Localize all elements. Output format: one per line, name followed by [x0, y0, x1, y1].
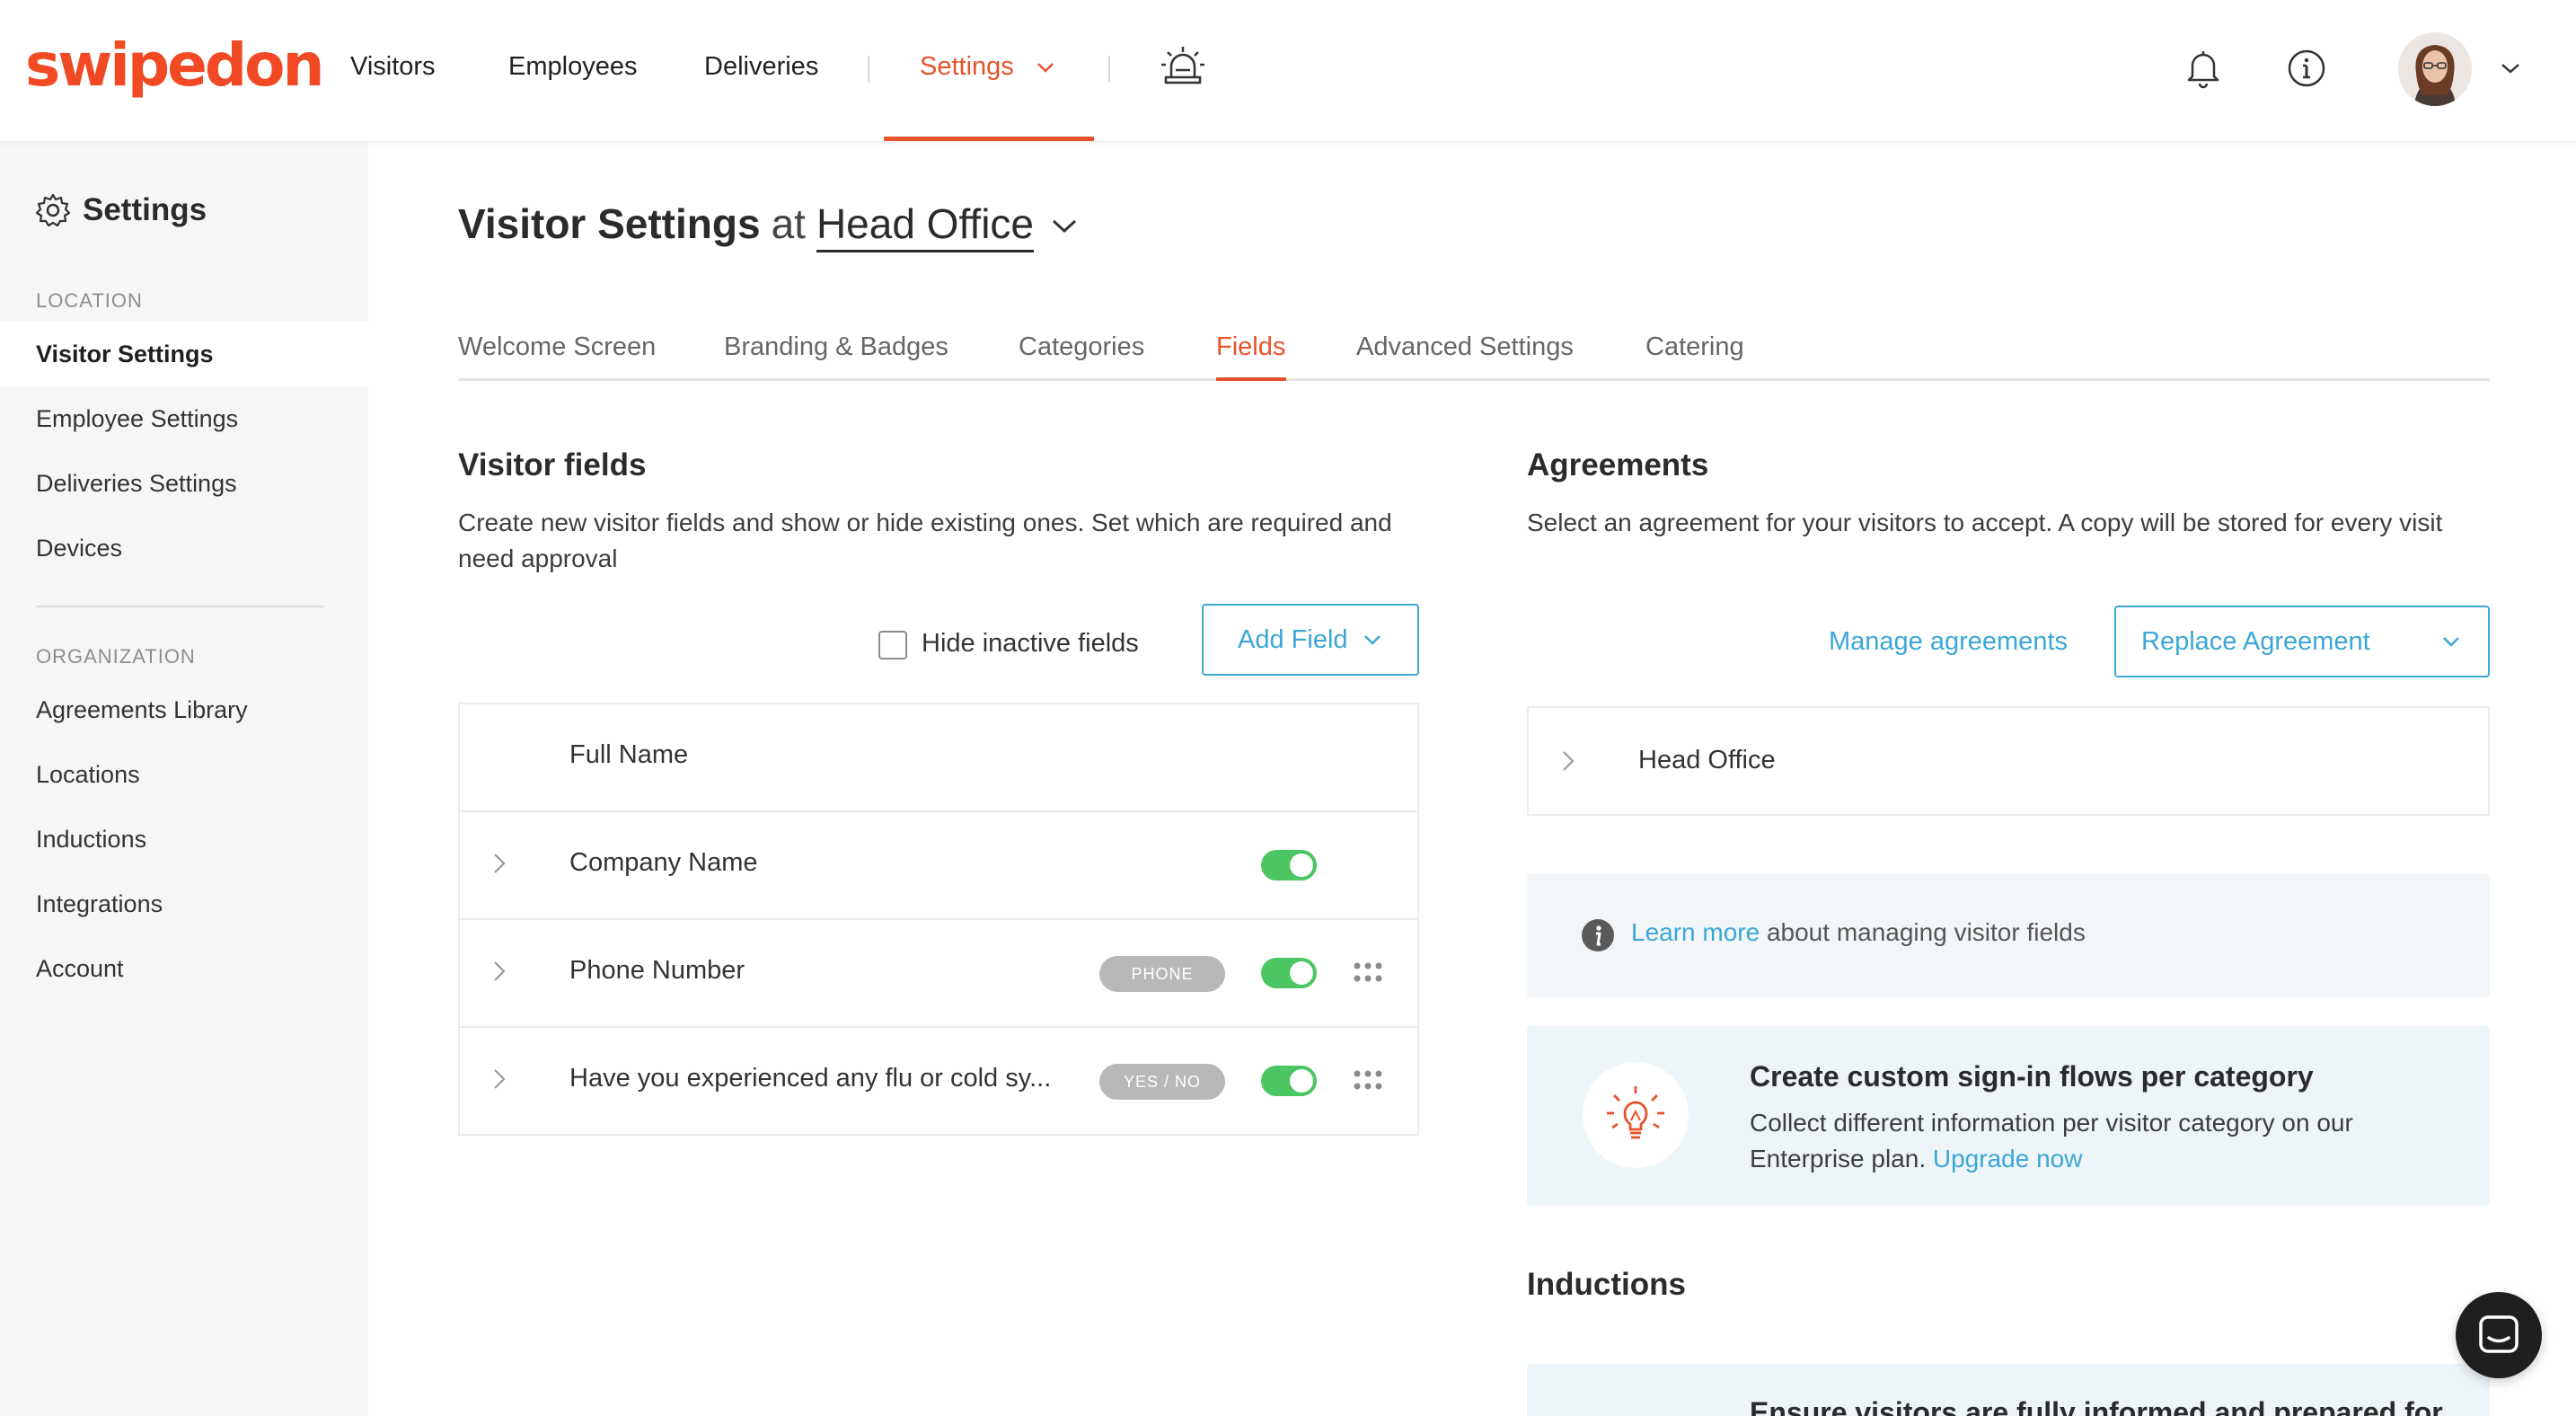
sidebar-divider — [36, 606, 323, 607]
promo-text: Collect different information per visito… — [1750, 1105, 2450, 1177]
learn-more-note: Learn more about managing visitor fields — [1527, 873, 2490, 997]
field-label: Phone Number — [569, 956, 745, 985]
swipedon-logo[interactable]: swipedon — [25, 31, 324, 100]
field-type-badge: PHONE — [1099, 956, 1225, 992]
replace-agreement-dropdown[interactable]: Replace Agreement — [2114, 606, 2490, 677]
chevron-right-icon[interactable] — [492, 1067, 507, 1091]
field-label: Full Name — [569, 740, 689, 769]
top-navigation: swipedon Visitors Employees Deliveries S… — [0, 0, 2576, 142]
sidebar-item-locations[interactable]: Locations — [0, 742, 368, 807]
sidebar-title-text: Settings — [83, 192, 207, 227]
field-enabled-toggle[interactable] — [1261, 958, 1317, 988]
toggle-knob — [1290, 854, 1313, 877]
active-tab-indicator — [1216, 377, 1286, 381]
drag-handle-icon[interactable] — [1353, 961, 1383, 985]
visitor-fields-title: Visitor fields — [458, 447, 647, 482]
sidebar-item-account[interactable]: Account — [0, 936, 368, 1001]
tab-advanced-settings[interactable]: Advanced Settings — [1356, 332, 1574, 362]
replace-agreement-label: Replace Agreement — [2141, 626, 2370, 656]
gear-icon — [36, 193, 70, 227]
nav-settings-label: Settings — [920, 52, 1014, 81]
sidebar-item-deliveries-settings[interactable]: Deliveries Settings — [0, 451, 368, 516]
field-enabled-toggle[interactable] — [1261, 850, 1317, 881]
sidebar-item-employee-settings[interactable]: Employee Settings — [0, 386, 368, 451]
tab-fields[interactable]: Fields — [1216, 332, 1285, 362]
agreement-row-label: Head Office — [1638, 746, 1776, 774]
bell-icon[interactable] — [2181, 45, 2226, 92]
tab-catering[interactable]: Catering — [1645, 332, 1744, 362]
learn-more-link[interactable]: Learn more — [1631, 918, 1760, 946]
field-row-phone-number[interactable]: Phone Number PHONE — [460, 920, 1417, 1028]
chevron-down-icon — [2443, 637, 2459, 647]
info-icon — [1582, 919, 1614, 951]
hide-inactive-label[interactable]: Hide inactive fields — [922, 629, 1139, 659]
sidebar-item-integrations[interactable]: Integrations — [0, 872, 368, 936]
sidebar-item-inductions[interactable]: Inductions — [0, 807, 368, 872]
visitor-fields-table: Full Name Company Name Phone Number PHON… — [458, 703, 1419, 1136]
siren-icon[interactable] — [1159, 41, 1207, 90]
chevron-right-icon[interactable] — [492, 960, 507, 983]
upgrade-now-link[interactable]: Upgrade now — [1933, 1145, 2083, 1173]
nav-settings[interactable]: Settings — [920, 52, 1055, 82]
field-row-company-name[interactable]: Company Name — [460, 812, 1417, 920]
inductions-promo: Ensure visitors are fully informed and p… — [1527, 1364, 2490, 1416]
field-label: Have you experienced any flu or cold sy.… — [569, 1064, 1052, 1093]
nav-divider — [1108, 56, 1110, 83]
tab-categories[interactable]: Categories — [1019, 332, 1144, 362]
lightbulb-icon — [1583, 1062, 1689, 1168]
account-menu-chevron-icon[interactable] — [2497, 58, 2524, 79]
drag-handle-icon[interactable] — [1353, 1069, 1383, 1093]
manage-agreements-link[interactable]: Manage agreements — [1829, 627, 2068, 657]
page-title-text: Visitor Settings — [458, 200, 761, 247]
field-type-badge: YES / NO — [1099, 1064, 1225, 1100]
field-enabled-toggle[interactable] — [1261, 1066, 1317, 1096]
info-icon[interactable] — [2285, 47, 2328, 90]
learn-more-text: Learn more about managing visitor fields — [1631, 918, 2086, 947]
page-title: Visitor Settings at Head Office — [458, 199, 1079, 252]
promo-title: Create custom sign-in flows per category — [1750, 1060, 2314, 1093]
active-nav-indicator — [884, 137, 1094, 141]
inductions-title: Inductions — [1527, 1267, 1686, 1302]
toggle-knob — [1290, 1069, 1313, 1093]
upgrade-promo: Create custom sign-in flows per category… — [1527, 1026, 2490, 1206]
chevron-right-icon[interactable] — [1561, 749, 1575, 773]
chevron-right-icon[interactable] — [492, 852, 507, 875]
user-avatar[interactable] — [2398, 32, 2472, 106]
sidebar-item-visitor-settings[interactable]: Visitor Settings — [0, 322, 368, 386]
sidebar-item-agreements-library[interactable]: Agreements Library — [0, 677, 368, 742]
chevron-down-icon — [1037, 62, 1054, 73]
nav-employees[interactable]: Employees — [508, 52, 637, 82]
location-heading: LOCATION — [36, 289, 143, 312]
field-row-full-name: Full Name — [460, 704, 1417, 812]
nav-divider — [868, 56, 869, 83]
agreements-description: Select an agreement for your visitors to… — [1527, 509, 2443, 536]
tab-welcome-screen[interactable]: Welcome Screen — [458, 332, 656, 362]
field-label: Company Name — [569, 848, 758, 877]
toggle-knob — [1290, 961, 1313, 985]
add-field-button[interactable]: Add Field — [1202, 604, 1419, 676]
agreement-row[interactable]: Head Office — [1527, 706, 2490, 816]
learn-more-suffix: about managing visitor fields — [1766, 918, 2086, 946]
nav-deliveries[interactable]: Deliveries — [704, 52, 818, 82]
chat-icon[interactable] — [2456, 1292, 2542, 1378]
chevron-down-icon — [1363, 635, 1381, 645]
sidebar-title: Settings — [36, 192, 207, 228]
location-selector[interactable]: Head Office — [816, 199, 1034, 252]
visitor-fields-description: Create new visitor fields and show or hi… — [458, 509, 1392, 572]
settings-sidebar: Settings LOCATION Visitor Settings Emplo… — [0, 142, 368, 1416]
page-title-at: at — [771, 200, 806, 247]
field-row-flu-question[interactable]: Have you experienced any flu or cold sy.… — [460, 1028, 1417, 1136]
inductions-promo-title: Ensure visitors are fully informed and p… — [1750, 1396, 2443, 1416]
hide-inactive-checkbox[interactable] — [878, 631, 907, 659]
add-field-label: Add Field — [1238, 624, 1348, 654]
nav-visitors[interactable]: Visitors — [350, 52, 436, 82]
tab-branding-badges[interactable]: Branding & Badges — [724, 332, 948, 362]
organization-heading: ORGANIZATION — [36, 645, 196, 668]
sidebar-item-devices[interactable]: Devices — [0, 516, 368, 580]
agreements-title: Agreements — [1527, 447, 1709, 482]
location-chevron-down-icon[interactable] — [1050, 217, 1079, 235]
